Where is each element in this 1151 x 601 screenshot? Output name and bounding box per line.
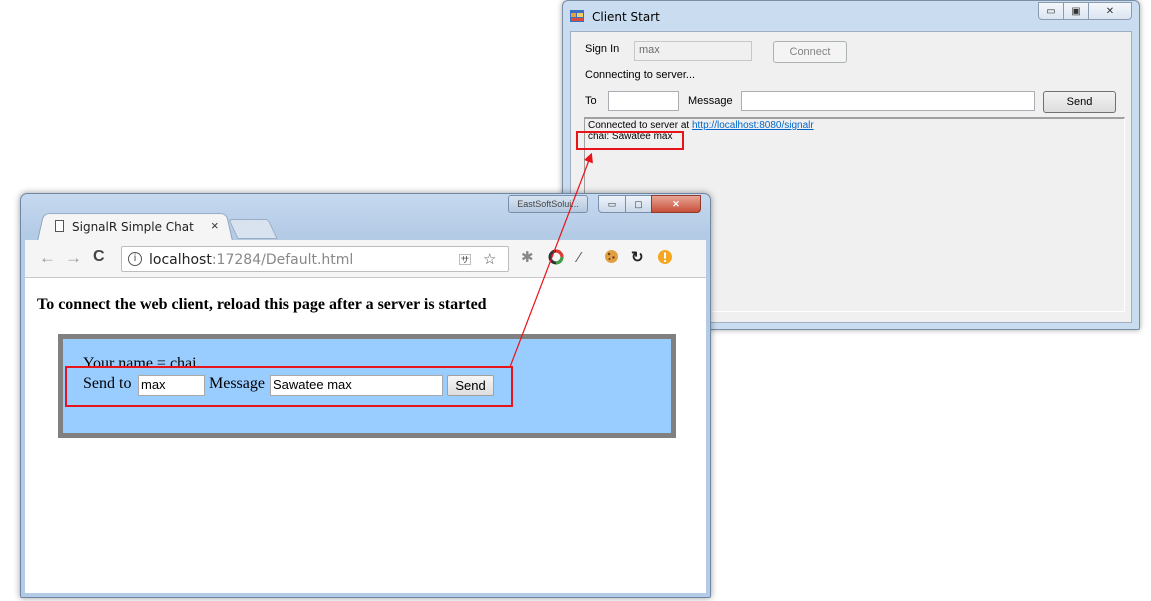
browser-minimize-button[interactable]: ▭: [598, 195, 626, 213]
close-icon: ✕: [672, 198, 680, 209]
close-button[interactable]: ✕: [1088, 2, 1132, 20]
forward-arrow-icon[interactable]: →: [65, 248, 82, 268]
bookmark-star-icon[interactable]: ☆: [483, 250, 496, 268]
message-field[interactable]: [741, 91, 1035, 111]
sign-in-label: Sign In: [585, 43, 620, 55]
extension-sync-icon[interactable]: ↻: [631, 249, 644, 267]
highlight-web-send-box: [65, 366, 513, 407]
highlight-client-message: [576, 131, 684, 150]
extension-alert-icon[interactable]: [657, 249, 673, 270]
page-document-icon: [55, 220, 64, 232]
close-icon: ✕: [1105, 5, 1115, 17]
tab-title: SignalR Simple Chat: [72, 220, 194, 234]
profile-button[interactable]: EastSoftSolui...: [508, 195, 588, 213]
translate-icon[interactable]: 🈂: [459, 251, 471, 268]
url-text: localhost:17284/Default.html: [149, 252, 354, 268]
extension-bug-icon[interactable]: ✱: [521, 249, 534, 267]
page-heading: To connect the web client, reload this p…: [37, 296, 487, 313]
client-window-title: Client Start: [592, 10, 660, 24]
browser-toolbar: ← → C i localhost:17284/Default.html 🈂 ☆…: [25, 240, 706, 278]
to-label: To: [585, 95, 597, 107]
app-window-icon: [570, 10, 584, 22]
browser-close-button[interactable]: ✕: [651, 195, 701, 213]
to-field[interactable]: [608, 91, 679, 111]
client-titlebar[interactable]: Client Start ▭ ▣ ✕: [563, 1, 1139, 31]
tab-signalr-simple-chat[interactable]: SignalR Simple Chat ×: [37, 211, 233, 241]
address-bar[interactable]: i localhost:17284/Default.html 🈂 ☆: [121, 246, 509, 272]
extension-color-ring-icon[interactable]: [548, 249, 564, 270]
back-arrow-icon[interactable]: ←: [39, 248, 56, 268]
log-connected-text: Connected to server at: [588, 120, 692, 131]
tab-close-icon[interactable]: ×: [211, 218, 219, 233]
log-connected-line: Connected to server at http://localhost:…: [588, 120, 814, 131]
browser-maximize-button[interactable]: ▢: [625, 195, 652, 213]
extension-pen-icon[interactable]: ⁄: [578, 249, 581, 267]
connection-status: Connecting to server...: [585, 69, 696, 81]
page-content: To connect the web client, reload this p…: [25, 278, 706, 593]
server-url-link[interactable]: http://localhost:8080/signalr: [692, 120, 814, 131]
info-icon[interactable]: i: [128, 252, 142, 266]
minimize-icon: ▭: [1046, 5, 1056, 17]
minimize-button[interactable]: ▭: [1038, 2, 1064, 20]
message-label: Message: [688, 95, 733, 107]
maximize-icon: ▢: [634, 198, 643, 209]
connect-button[interactable]: Connect: [773, 41, 847, 63]
reload-icon[interactable]: C: [93, 248, 105, 266]
send-button[interactable]: Send: [1043, 91, 1116, 113]
minimize-icon: ▭: [607, 198, 617, 209]
maximize-icon: ▣: [1071, 5, 1081, 17]
sign-in-field[interactable]: max: [634, 41, 752, 61]
maximize-button[interactable]: ▣: [1063, 2, 1089, 20]
extension-cookie-icon[interactable]: [604, 249, 619, 269]
new-tab-button[interactable]: [228, 219, 278, 239]
